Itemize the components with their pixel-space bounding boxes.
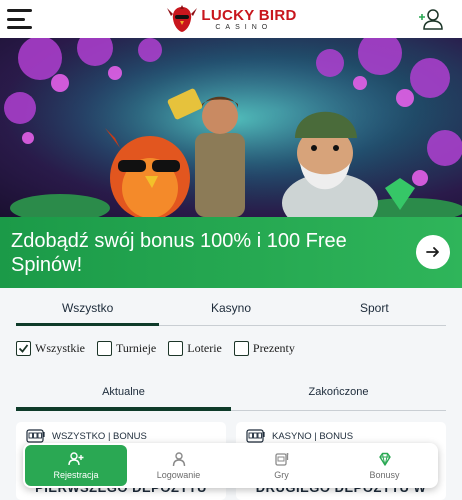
header: LUCKY BIRD CASINO — [0, 0, 462, 38]
card-tag: KASYNO | BONUS — [272, 430, 354, 442]
brand-sub: CASINO — [215, 23, 273, 31]
user-add-icon[interactable] — [418, 8, 444, 30]
checkbox-wszystkie[interactable] — [16, 341, 31, 356]
checkbox-turnieje[interactable] — [97, 341, 112, 356]
brand-name: LUCKY BIRD — [201, 6, 297, 24]
nav-bonusy[interactable]: Bonusy — [333, 445, 436, 486]
filter-loterie[interactable]: Loterie — [168, 341, 222, 356]
checkbox-loterie[interactable] — [168, 341, 184, 356]
category-tabs: Wszystko Kasyno Sport — [16, 288, 446, 326]
filter-turnieje[interactable]: Turnieje — [97, 341, 156, 356]
nav-label: Rejestracja — [53, 470, 99, 480]
tab-zakonczone[interactable]: Zakończone — [231, 378, 446, 410]
slot-machine-icon — [246, 429, 265, 443]
bottom-nav: Rejestracja Logowanie Gry Bonusy — [23, 443, 438, 488]
nav-logowanie[interactable]: Logowanie — [127, 445, 230, 486]
nav-gry[interactable]: Gry — [230, 445, 333, 486]
filter-label: Loterie — [187, 341, 222, 355]
card-tag: WSZYSTKO | BONUS — [52, 430, 147, 442]
logo[interactable]: LUCKY BIRD CASINO — [165, 2, 296, 36]
promo-text: Zdobądź swój bonus 100% i 100 Free Spinó… — [11, 230, 347, 276]
diamond-icon — [378, 452, 391, 466]
nav-label: Bonusy — [369, 470, 400, 480]
slot-machine-icon — [274, 453, 288, 466]
nav-rejestracja[interactable]: Rejestracja — [25, 445, 127, 486]
hero-illustration — [0, 38, 462, 217]
filter-label: Turnieje — [116, 341, 157, 355]
tab-aktualne[interactable]: Aktualne — [16, 378, 231, 411]
nav-label: Gry — [274, 470, 289, 480]
slot-machine-icon — [26, 429, 45, 443]
filter-wszystkie[interactable]: Wszystkie — [16, 341, 85, 356]
status-tabs: Aktualne Zakończone — [16, 378, 446, 411]
user-icon — [172, 452, 185, 467]
filter-label: Wszystkie — [35, 341, 85, 355]
arrow-right-icon — [426, 247, 439, 257]
tab-sport[interactable]: Sport — [303, 288, 446, 325]
checkbox-prezenty[interactable] — [233, 341, 249, 356]
promo-arrow-button[interactable] — [416, 235, 450, 269]
tab-wszystko[interactable]: Wszystko — [16, 288, 160, 326]
promo-banner[interactable]: Zdobądź swój bonus 100% i 100 Free Spinó… — [0, 217, 462, 288]
filter-label: Prezenty — [252, 341, 295, 355]
nav-label: Logowanie — [156, 470, 201, 480]
tab-kasyno[interactable]: Kasyno — [159, 288, 302, 325]
filter-prezenty[interactable]: Prezenty — [233, 341, 295, 356]
hamburger-icon[interactable] — [7, 9, 32, 29]
bird-logo-icon — [167, 5, 198, 32]
check-icon — [18, 344, 29, 353]
user-plus-icon — [68, 452, 84, 466]
hero-banner[interactable] — [0, 38, 462, 217]
filter-checkboxes: Wszystkie Turnieje Loterie Prezenty — [16, 341, 295, 356]
